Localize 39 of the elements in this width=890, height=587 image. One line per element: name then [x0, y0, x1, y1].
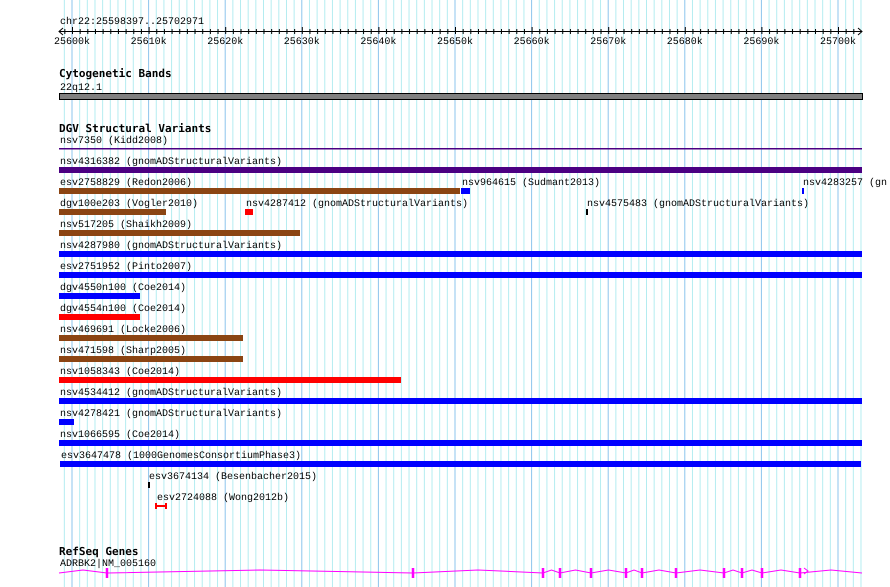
gene-label: ADRBK2|NM_005160 [60, 559, 156, 570]
variant-label: nsv1058343 (Coe2014) [60, 367, 180, 378]
variant-label: nsv517205 (Shaikh2009) [60, 220, 192, 231]
variant-label: esv2751952 (Pinto2007) [60, 262, 192, 273]
variant-label: nsv4278421 (gnomADStructuralVariants) [60, 409, 282, 420]
variant-label: nsv469691 (Locke2006) [60, 325, 186, 336]
scale-tick-label: 25600k [54, 37, 90, 48]
variant-label: nsv4534412 (gnomADStructuralVariants) [60, 388, 282, 399]
variant-label: nsv4316382 (gnomADStructuralVariants) [60, 157, 282, 168]
variant-label: dgv4550n100 (Coe2014) [60, 283, 186, 294]
variant-label: nsv964615 (Sudmant2013) [462, 178, 600, 189]
location-label: chr22:25598397..25702971 [60, 17, 204, 28]
scale-tick-label: 25690k [743, 37, 780, 48]
scale-tick-label: 25700k [820, 37, 856, 48]
variant-label: esv2758829 (Redon2006) [60, 178, 192, 189]
variant-label: nsv1066595 (Coe2014) [60, 430, 180, 441]
scale-tick-label: 25630k [284, 37, 320, 48]
variant-label: nsv4283257 (gn [803, 178, 888, 189]
scale-tick-label: 25660k [514, 37, 550, 48]
scale-tick-label: 25670k [590, 37, 626, 48]
variant-label: nsv4287980 (gnomADStructuralVariants) [60, 241, 282, 252]
track-title: Cytogenetic Bands [59, 67, 172, 80]
scale-tick-label: 25640k [360, 37, 396, 48]
scale-tick-label: 25620k [207, 37, 244, 48]
variant-label: nsv471598 (Sharp2005) [60, 346, 186, 357]
variant-label: dgv100e203 (Vogler2010) [60, 199, 198, 210]
scale-tick-label: 25650k [437, 37, 473, 48]
track-title: DGV Structural Variants [59, 122, 212, 135]
variant-label: dgv4554n100 (Coe2014) [60, 304, 186, 315]
variant-label: esv2724088 (Wong2012b) [157, 493, 290, 504]
variant-label: esv3647478 (1000GenomesConsortiumPhase3) [61, 451, 302, 462]
track-title: RefSeq Genes [59, 545, 138, 558]
scale-tick-label: 25680k [666, 37, 703, 48]
variant-label: nsv4575483 (gnomADStructuralVariants) [587, 199, 810, 210]
variant-label: esv3674134 (Besenbacher2015) [149, 472, 318, 483]
variant-label: nsv4287412 (gnomADStructuralVariants) [246, 199, 468, 210]
scale-tick-label: 25610k [130, 37, 167, 48]
variant-label: nsv7350 (Kidd2008) [60, 136, 168, 147]
band-label: 22q12.1 [60, 83, 102, 94]
